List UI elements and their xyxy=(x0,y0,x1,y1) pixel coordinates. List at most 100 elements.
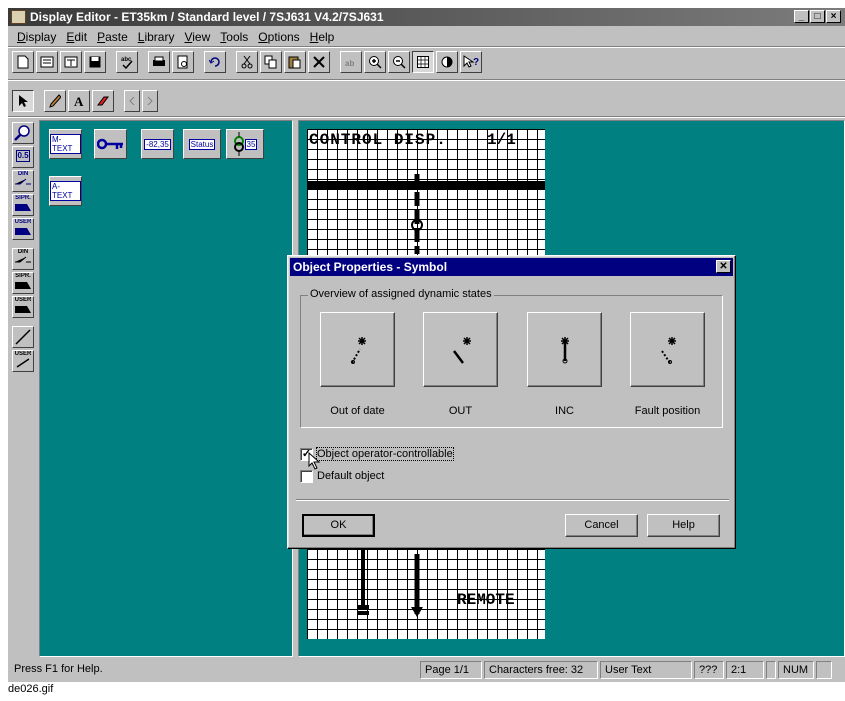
app-icon[interactable] xyxy=(11,10,26,24)
eraser-icon[interactable] xyxy=(92,90,114,112)
state-out-of-date-button[interactable] xyxy=(320,312,395,387)
object-properties-dialog: Object Properties - Symbol ✕ Overview of… xyxy=(287,255,736,549)
user-symbol-button[interactable]: USER xyxy=(12,296,34,318)
state-label: Fault position xyxy=(634,405,701,417)
size-grip[interactable] xyxy=(816,661,832,679)
checkbox-label: Object operator-controllable xyxy=(316,447,454,461)
zoom-ratio: 2:1 xyxy=(726,661,764,679)
library-item-measure[interactable]: -82,35 xyxy=(141,129,174,159)
cancel-button[interactable]: Cancel xyxy=(565,514,638,537)
print-icon[interactable] xyxy=(148,51,170,73)
menu-view[interactable]: View xyxy=(179,28,215,46)
switch-open-icon xyxy=(452,336,471,364)
paste-icon[interactable] xyxy=(284,51,306,73)
user-line-button[interactable]: USER xyxy=(12,350,34,372)
pencil-icon[interactable] xyxy=(44,90,66,112)
state-label: Out of date xyxy=(330,405,385,417)
menu-bar: Display Edit Paste Library View Tools Op… xyxy=(8,28,339,46)
user-label: USER xyxy=(14,297,32,303)
divider xyxy=(8,116,845,118)
scroll-left-icon[interactable] xyxy=(124,90,140,112)
menu-help[interactable]: Help xyxy=(305,28,340,46)
status-bar: Press F1 for Help. Page 1/1 Characters f… xyxy=(8,658,845,682)
divider xyxy=(8,79,845,81)
state-inc: INC xyxy=(527,312,602,432)
din-label: DIN xyxy=(17,171,29,177)
state-out-button[interactable] xyxy=(423,312,498,387)
menu-tools[interactable]: Tools xyxy=(215,28,253,46)
grid-icon[interactable] xyxy=(412,51,434,73)
undo-icon[interactable] xyxy=(204,51,226,73)
save-icon[interactable] xyxy=(84,51,106,73)
print-preview-icon[interactable] xyxy=(172,51,194,73)
sipr-label: SIPR. xyxy=(15,195,31,201)
menu-edit[interactable]: Edit xyxy=(61,28,92,46)
text-icon[interactable]: ab xyxy=(340,51,362,73)
library-item-status[interactable]: Status xyxy=(183,129,221,159)
pointer-icon[interactable] xyxy=(12,90,34,112)
contrast-icon[interactable] xyxy=(436,51,458,73)
status-q: ??? xyxy=(694,661,724,679)
operator-controllable-checkbox[interactable]: ✓ Object operator-controllable xyxy=(300,446,500,462)
din-symbol-button[interactable]: DIN xyxy=(12,248,34,270)
display-icon[interactable] xyxy=(36,51,58,73)
page-indicator: Page 1/1 xyxy=(420,661,482,679)
minimize-button[interactable]: _ xyxy=(794,10,809,23)
characters-free: Characters free: 32 xyxy=(484,661,598,679)
title-bar[interactable]: Display Editor - ET35km / Standard level… xyxy=(8,8,845,26)
checkbox-label: Default object xyxy=(317,470,385,482)
zoom-out-icon[interactable] xyxy=(388,51,410,73)
transformer-label: 35 xyxy=(244,138,258,150)
library-item-a-text[interactable]: A-TEXT xyxy=(49,176,82,206)
help-button[interactable]: Help xyxy=(647,514,720,537)
remote-label: REMOTE xyxy=(457,591,515,609)
library-item-transformer[interactable]: 35 xyxy=(226,129,264,159)
user-label: USER xyxy=(14,351,32,357)
help-pointer-icon[interactable]: ? xyxy=(460,51,482,73)
scale-button[interactable]: 0.5 xyxy=(12,146,34,168)
status-icon: Status xyxy=(188,138,216,150)
menu-library[interactable]: Library xyxy=(133,28,180,46)
text-a-icon[interactable]: A xyxy=(68,90,90,112)
library-item-m-text[interactable]: M-TEXT xyxy=(49,129,82,159)
sipr-switch-button[interactable]: SIPR. xyxy=(12,194,34,216)
din-label: DIN xyxy=(17,249,29,255)
dialog-close-button[interactable]: ✕ xyxy=(716,260,731,273)
menu-options[interactable]: Options xyxy=(253,28,304,46)
ok-button[interactable]: OK xyxy=(302,514,375,537)
display2-icon[interactable] xyxy=(60,51,82,73)
sipr-label: SIPR. xyxy=(15,273,31,279)
user-switch-button[interactable]: USER xyxy=(12,218,34,240)
zoom-in-icon[interactable] xyxy=(364,51,386,73)
delete-icon[interactable] xyxy=(308,51,330,73)
menu-display[interactable]: Display xyxy=(12,28,61,46)
copy-icon[interactable] xyxy=(260,51,282,73)
line-icon[interactable] xyxy=(12,326,34,348)
image-caption: de026.gif xyxy=(8,683,54,695)
scroll-right-icon[interactable] xyxy=(142,90,158,112)
text-mode: User Text xyxy=(600,661,692,679)
dialog-title-bar[interactable]: Object Properties - Symbol ✕ xyxy=(290,258,733,276)
measure-icon: -82,35 xyxy=(144,138,171,150)
a-text-icon: A-TEXT xyxy=(50,181,81,201)
state-label: OUT xyxy=(448,405,473,417)
window-title: Display Editor - ET35km / Standard level… xyxy=(30,10,384,24)
state-inc-button[interactable] xyxy=(527,312,602,387)
library-item-key[interactable] xyxy=(94,129,127,159)
state-fault-position-button[interactable] xyxy=(630,312,705,387)
status-blank xyxy=(766,661,776,679)
zoom-icon[interactable] xyxy=(12,122,34,144)
switch-closed-icon xyxy=(560,336,569,363)
menu-paste[interactable]: Paste xyxy=(92,28,133,46)
user-label: USER xyxy=(14,219,32,225)
new-icon[interactable] xyxy=(12,51,34,73)
cut-icon[interactable] xyxy=(236,51,258,73)
din-switch-button[interactable]: DIN xyxy=(12,170,34,192)
close-button[interactable]: × xyxy=(826,10,841,23)
checkbox-box[interactable] xyxy=(300,469,313,483)
spellcheck-icon[interactable]: abc xyxy=(116,51,138,73)
maximize-button[interactable]: □ xyxy=(810,10,825,23)
default-object-checkbox[interactable]: Default object xyxy=(300,468,500,484)
svg-text:A: A xyxy=(74,94,84,108)
sipr-symbol-button[interactable]: SIPR. xyxy=(12,272,34,294)
